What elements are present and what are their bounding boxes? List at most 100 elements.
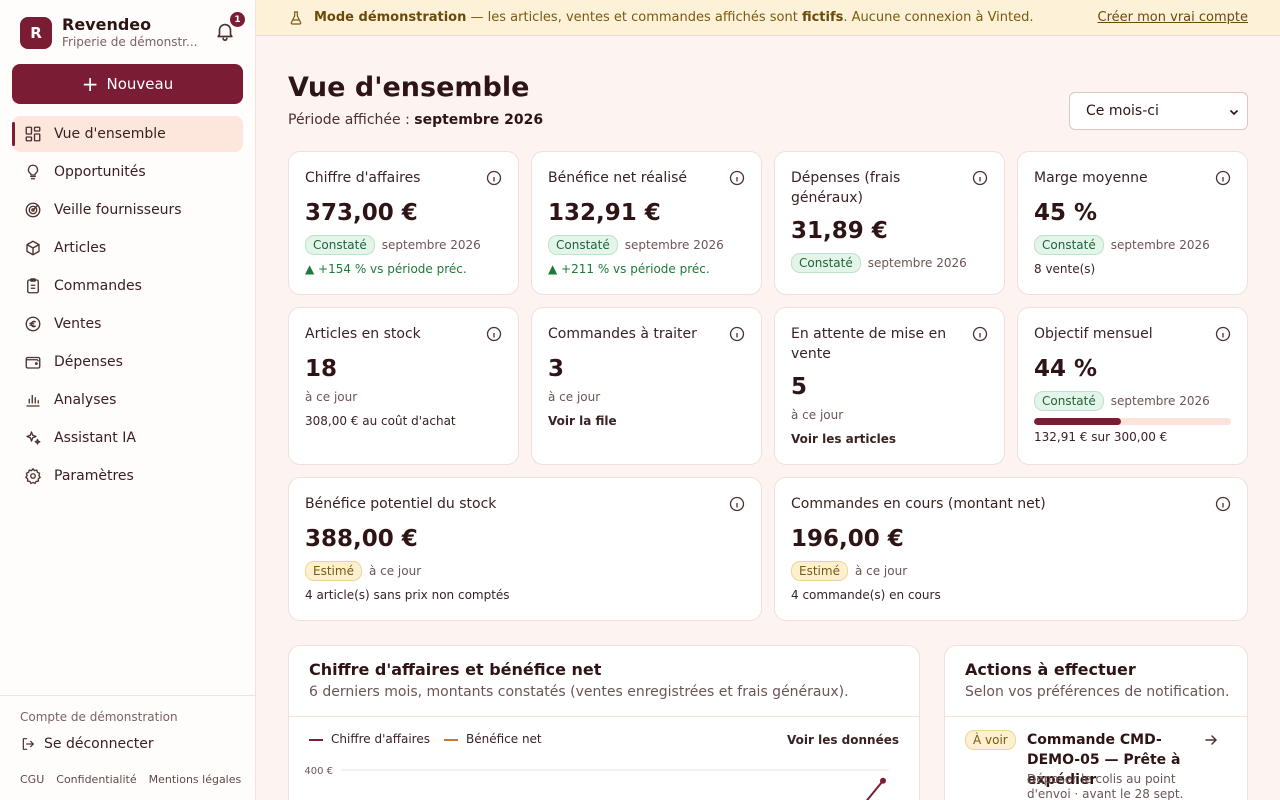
sidebar-item-orders[interactable]: Commandes bbox=[12, 268, 243, 304]
info-icon[interactable] bbox=[729, 326, 745, 342]
card-value: 3 bbox=[548, 356, 565, 382]
card-value: 373,00 € bbox=[305, 200, 418, 226]
period-prefix: Période affichée : bbox=[288, 112, 415, 128]
card-revenue: Chiffre d'affaires 373,00 € Constaté sept… bbox=[288, 151, 519, 295]
card-period: septembre 2026 bbox=[1110, 238, 1210, 252]
legal-links: CGU Confidentialité Mentions légales bbox=[20, 773, 241, 786]
card-value: 132,91 € bbox=[548, 200, 661, 226]
sidebar-footer: Compte de démonstration Se déconnecter C… bbox=[0, 695, 256, 786]
data-point-revenue bbox=[880, 777, 886, 784]
sidebar-item-analytics[interactable]: Analyses bbox=[12, 382, 243, 418]
sidebar-item-label: Veille fournisseurs bbox=[54, 202, 182, 218]
goal-progress-bar bbox=[1034, 418, 1231, 425]
demo-account-label: Compte de démonstration bbox=[20, 710, 178, 724]
info-icon[interactable] bbox=[486, 326, 502, 342]
banner-strong: Mode démonstration bbox=[314, 10, 467, 25]
plus-icon: + bbox=[81, 72, 99, 96]
card-value: 44 % bbox=[1034, 356, 1098, 382]
sidebar-item-label: Dépenses bbox=[54, 354, 123, 370]
sidebar-item-overview[interactable]: Vue d'ensemble bbox=[12, 116, 243, 152]
legend-swatch bbox=[309, 738, 323, 741]
chart-panel-title: Chiffre d'affaires et bénéfice net bbox=[309, 660, 602, 679]
create-account-link[interactable]: Créer mon vrai compte bbox=[1098, 10, 1248, 25]
sidebar-item-label: Vue d'ensemble bbox=[54, 126, 166, 142]
card-period: septembre 2026 bbox=[1110, 394, 1210, 408]
card-note: 4 article(s) sans prix non comptés bbox=[305, 588, 510, 602]
euro-icon bbox=[25, 316, 41, 332]
goal-progress-fill bbox=[1034, 418, 1121, 425]
card-note: 132,91 € sur 300,00 € bbox=[1034, 430, 1168, 444]
trend-indicator: ▲ +211 % vs période préc. bbox=[548, 262, 710, 276]
legend-item-revenue[interactable]: Chiffre d'affaires bbox=[309, 732, 430, 746]
card-period: septembre 2026 bbox=[624, 238, 724, 252]
y-tick-label: 400 € bbox=[304, 766, 333, 777]
info-icon[interactable] bbox=[1215, 496, 1231, 512]
card-note: 8 vente(s) bbox=[1034, 262, 1096, 276]
logout-button[interactable]: Se déconnecter bbox=[20, 736, 154, 752]
info-icon[interactable] bbox=[1215, 326, 1231, 342]
sidebar-item-expenses[interactable]: Dépenses bbox=[12, 344, 243, 380]
period-label: Période affichée : septembre 2026 bbox=[288, 112, 543, 128]
card-title: Objectif mensuel bbox=[1034, 326, 1153, 342]
view-articles-link[interactable]: Voir les articles bbox=[791, 432, 896, 446]
card-average-margin: Marge moyenne 45 % Constaté septembre 202… bbox=[1017, 151, 1248, 295]
sidebar-nav: Vue d'ensemble Opportunités Veille fourn… bbox=[12, 116, 243, 496]
card-stock-potential-profit: Bénéfice potentiel du stock 388,00 € Est… bbox=[288, 477, 762, 621]
sidebar-item-label: Commandes bbox=[54, 278, 142, 294]
banner-text-end: . Aucune connexion à Vinted. bbox=[843, 10, 1034, 25]
sidebar-item-label: Ventes bbox=[54, 316, 102, 332]
info-icon[interactable] bbox=[729, 170, 745, 186]
sidebar-item-suppliers[interactable]: Veille fournisseurs bbox=[12, 192, 243, 228]
sidebar-item-label: Analyses bbox=[54, 392, 117, 408]
info-icon[interactable] bbox=[972, 170, 988, 186]
card-value: 45 % bbox=[1034, 200, 1098, 226]
sidebar: R Revendeo Friperie de démonstr... 1 + No… bbox=[0, 0, 256, 800]
status-badge: Constaté bbox=[1034, 391, 1104, 411]
period-select[interactable]: Ce mois-ci bbox=[1069, 92, 1248, 130]
card-orders-in-progress: Commandes en cours (montant net) 196,00 … bbox=[774, 477, 1248, 621]
legal-link-privacy[interactable]: Confidentialité bbox=[56, 773, 136, 786]
sidebar-item-sales[interactable]: Ventes bbox=[12, 306, 243, 342]
wallet-icon bbox=[25, 356, 41, 369]
sidebar-item-label: Opportunités bbox=[54, 164, 146, 180]
sidebar-item-opportunities[interactable]: Opportunités bbox=[12, 154, 243, 190]
sidebar-item-articles[interactable]: Articles bbox=[12, 230, 243, 266]
card-period: septembre 2026 bbox=[381, 238, 481, 252]
view-data-link[interactable]: Voir les données bbox=[787, 733, 899, 747]
info-icon[interactable] bbox=[729, 496, 745, 512]
card-stock: Articles en stock 18 à ce jour 308,00 € … bbox=[288, 307, 519, 465]
info-icon[interactable] bbox=[1215, 170, 1231, 186]
banner-text: — les articles, ventes et commandes affi… bbox=[466, 10, 802, 25]
card-value: 18 bbox=[305, 356, 338, 382]
card-period: à ce jour bbox=[854, 564, 908, 578]
trend-indicator: ▲ +154 % vs période préc. bbox=[305, 262, 467, 276]
banner-strong-fictive: fictifs bbox=[801, 10, 844, 25]
card-pending-listing: En attente de mise en vente 5 à ce jour … bbox=[774, 307, 1005, 465]
period-value: septembre 2026 bbox=[414, 112, 544, 128]
brand[interactable]: R Revendeo Friperie de démonstr... bbox=[20, 16, 197, 50]
legend-item-profit[interactable]: Bénéfice net bbox=[443, 732, 542, 746]
card-title: Commandes à traiter bbox=[548, 326, 697, 342]
sidebar-item-ai-assistant[interactable]: Assistant IA bbox=[12, 420, 243, 456]
legal-link-cgu[interactable]: CGU bbox=[20, 773, 44, 786]
brand-name: Revendeo bbox=[62, 15, 152, 34]
legal-link-mentions[interactable]: Mentions légales bbox=[149, 773, 242, 786]
status-badge: Constaté bbox=[791, 253, 861, 273]
new-button[interactable]: + Nouveau bbox=[12, 64, 243, 104]
info-icon[interactable] bbox=[486, 170, 502, 186]
actions-panel: Actions à effectuer Selon vos préférence… bbox=[944, 645, 1248, 800]
revenue-profit-chart-panel: Chiffre d'affaires et bénéfice net 6 der… bbox=[288, 645, 920, 800]
status-badge: Constaté bbox=[1034, 235, 1104, 255]
card-title: Dépenses (frais généraux) bbox=[791, 170, 901, 206]
bulb-icon bbox=[27, 164, 39, 180]
sidebar-item-settings[interactable]: Paramètres bbox=[12, 458, 243, 494]
flask-icon bbox=[290, 10, 302, 25]
card-net-profit: Bénéfice net réalisé 132,91 € Constaté se… bbox=[531, 151, 762, 295]
box-icon bbox=[26, 240, 40, 256]
view-queue-link[interactable]: Voir la file bbox=[548, 414, 617, 428]
legend-swatch bbox=[443, 738, 458, 741]
info-icon[interactable] bbox=[972, 326, 988, 342]
action-description: Déposer le colis au point d'envoi · avan… bbox=[1027, 772, 1184, 800]
arrow-right-icon[interactable] bbox=[1203, 732, 1219, 748]
card-period: septembre 2026 bbox=[867, 256, 967, 270]
